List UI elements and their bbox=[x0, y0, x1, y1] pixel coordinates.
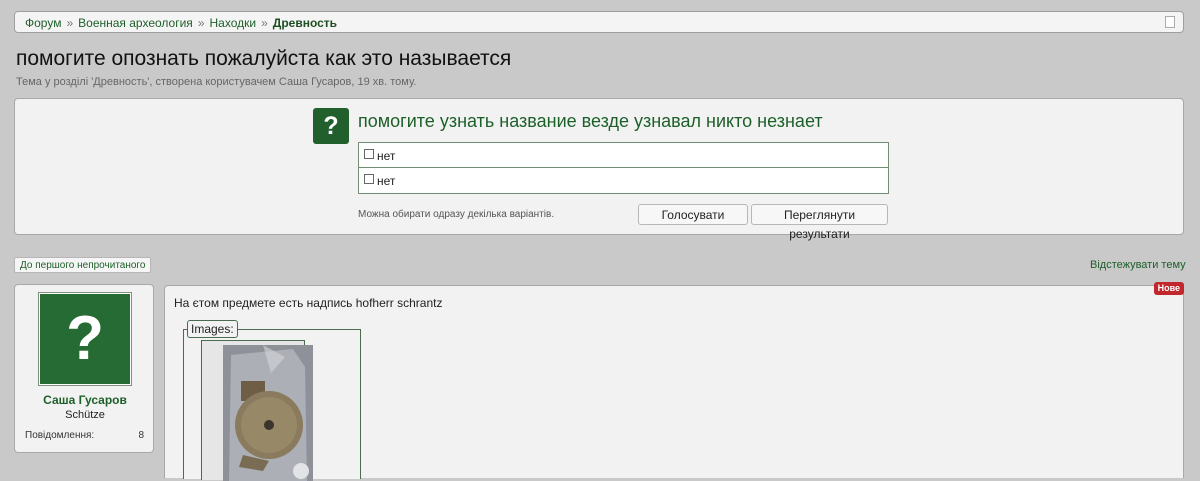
post-body: Нове На єтом предмете есть надпись hofhe… bbox=[164, 282, 1184, 481]
attached-photo[interactable] bbox=[223, 345, 313, 481]
images-box: Images: bbox=[183, 320, 361, 481]
breadcrumb-separator: » bbox=[261, 16, 268, 30]
messages-count: 8 bbox=[138, 430, 144, 441]
question-icon: ? bbox=[313, 108, 349, 144]
poll-option-checkbox[interactable] bbox=[364, 174, 374, 184]
page-icon[interactable] bbox=[1165, 16, 1175, 28]
thread-subtitle: Тема у розділі 'Древность', створена кор… bbox=[16, 76, 417, 88]
image-frame bbox=[201, 340, 313, 481]
user-card: ? Саша Гусаров Schütze Повідомлення: 8 bbox=[14, 284, 154, 453]
username[interactable]: Саша Гусаров bbox=[15, 393, 155, 407]
messages-label: Повідомлення: bbox=[25, 430, 95, 441]
page-title: помогите опознать пожалуйста как это наз… bbox=[16, 47, 512, 70]
poll-option-label: нет bbox=[377, 149, 396, 163]
watch-thread-link[interactable]: Відстежувати тему bbox=[1090, 259, 1186, 271]
user-rank: Schütze bbox=[65, 409, 105, 421]
view-results-button[interactable]: Переглянути результати bbox=[751, 204, 888, 241]
breadcrumb-separator: » bbox=[197, 16, 205, 30]
images-legend: Images: bbox=[187, 320, 238, 338]
breadcrumb: Форум » Военная археология » Находки » Древнос… bbox=[14, 11, 1184, 33]
first-unread-link[interactable]: До першого непрочитаного bbox=[14, 257, 152, 273]
breadcrumb-antiquity[interactable]: Древность bbox=[273, 16, 337, 30]
poll-option-checkbox[interactable] bbox=[364, 149, 374, 159]
avatar[interactable]: ? bbox=[39, 293, 131, 385]
breadcrumb-finds[interactable]: Находки bbox=[210, 16, 257, 30]
poll-option-label: нет bbox=[377, 174, 396, 188]
post-text: На єтом предмете есть надпись hofherr sc… bbox=[174, 296, 443, 310]
poll-option[interactable]: нет bbox=[358, 167, 889, 194]
breadcrumb-forum[interactable]: Форум bbox=[25, 16, 61, 30]
breadcrumb-military-archaeology[interactable]: Военная археология bbox=[78, 16, 193, 30]
breadcrumb-separator: » bbox=[66, 16, 74, 30]
new-badge: Нове bbox=[1153, 282, 1184, 295]
vote-button[interactable]: Голосувати bbox=[638, 204, 748, 225]
poll-option[interactable]: нет bbox=[358, 142, 889, 169]
poll-note: Можна обирати одразу декілька варіантів. bbox=[358, 209, 555, 220]
poll-question: помогите узнать название везде узнавал н… bbox=[358, 111, 823, 131]
